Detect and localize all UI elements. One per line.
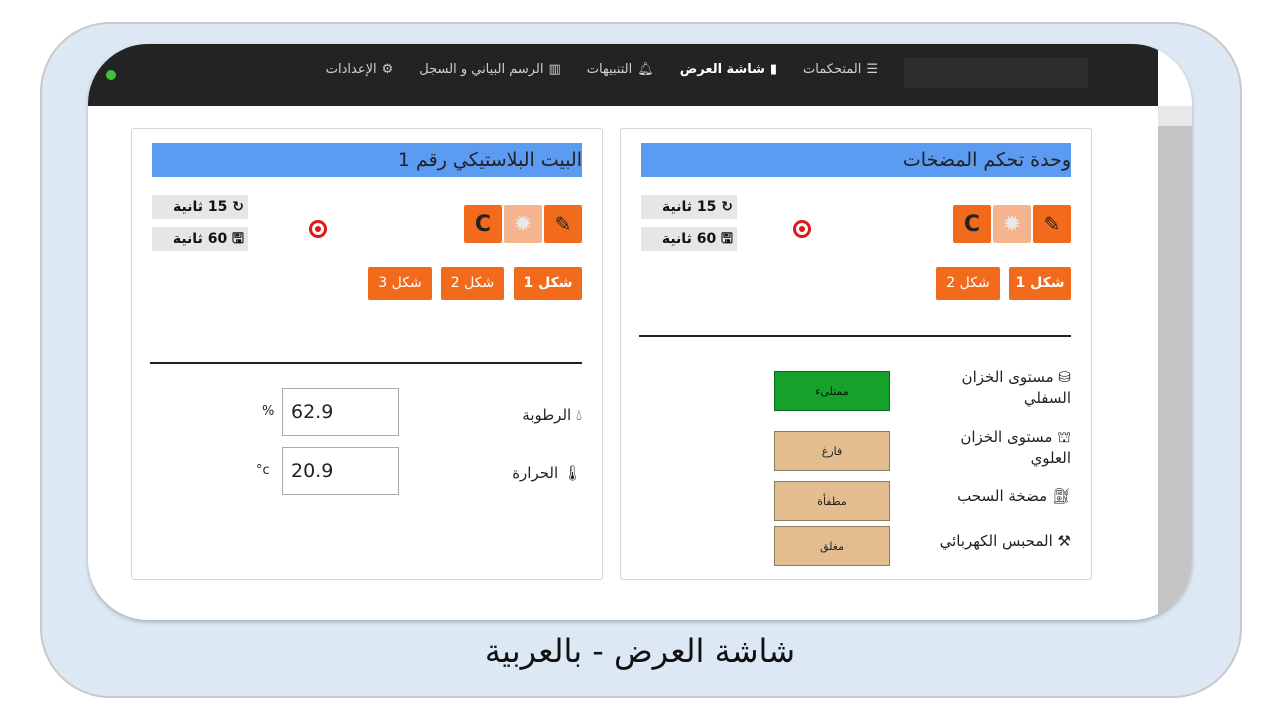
panel-title: البيت البلاستيكي رقم 1 <box>152 143 582 177</box>
status-dot <box>106 70 116 80</box>
lower-tank-label: ⛁ مستوى الخزان السفلي <box>961 368 1071 407</box>
temperature-label: 🌡︎ الحرارة <box>512 464 582 482</box>
scrollbar[interactable] <box>1158 126 1192 620</box>
settings-button[interactable]: ✹ <box>504 205 542 243</box>
shape-2-button[interactable]: شكل 2 <box>936 267 1000 300</box>
upper-tank-status[interactable]: فارغ <box>774 431 890 471</box>
panel-title: وحدة تحكم المضخات <box>641 143 1071 177</box>
humidity-icon: 💧︎ <box>575 406 582 424</box>
settings-button[interactable]: ✹ <box>993 205 1031 243</box>
pencil-icon: ✎ <box>554 212 572 236</box>
lower-tank-status[interactable]: ممتلىء <box>774 371 890 411</box>
shape-1-button[interactable]: شكل 1 <box>1009 267 1071 300</box>
gear-icon: ✹ <box>513 211 533 237</box>
temperature-unit: c° <box>256 463 270 478</box>
water-tower-icon: ⛫ <box>1057 428 1071 446</box>
refresh-button[interactable]: C <box>953 205 991 243</box>
humidity-value[interactable]: 62.9 <box>282 388 399 436</box>
electric-valve-status[interactable]: مغلق <box>774 526 890 566</box>
app-window: ☰ المتحكمات ▮ شاشة العرض 🔔︎ التنبيهات ▥ … <box>88 44 1192 620</box>
pencil-icon: ✎ <box>1043 212 1061 236</box>
upper-tank-label: ⛫ مستوى الخزان العلوي <box>960 428 1071 467</box>
nav-item-charts[interactable]: ▥ الرسم البياني و السجل <box>419 62 561 77</box>
refresh-icon: C <box>963 211 981 237</box>
tank-icon: ⛁ <box>1058 368 1071 386</box>
refresh-icon: ↻ <box>716 199 733 215</box>
save-timer: 🖫︎ 60 ثانية <box>152 227 248 251</box>
pump-icon: ⛽︎ <box>1051 487 1071 505</box>
bell-icon: 🔔︎ <box>637 62 654 77</box>
humidity-unit: % <box>262 404 275 419</box>
save-timer: 🖫︎ 60 ثانية <box>641 227 737 251</box>
top-navbar: ☰ المتحكمات ▮ شاشة العرض 🔔︎ التنبيهات ▥ … <box>88 44 1158 106</box>
nav-menu: ☰ المتحكمات ▮ شاشة العرض 🔔︎ التنبيهات ▥ … <box>326 62 878 77</box>
shape-2-button[interactable]: شكل 2 <box>441 267 504 300</box>
refresh-icon: C <box>474 211 492 237</box>
panel-greenhouse: البيت البلاستيكي رقم 1 ↻ 15 ثانية 🖫︎ 60 … <box>131 128 603 580</box>
shape-1-button[interactable]: شكل 1 <box>514 267 582 300</box>
chip-icon: ▮ <box>769 62 778 77</box>
edit-button[interactable]: ✎ <box>1033 205 1071 243</box>
save-icon: 🖫︎ <box>716 231 733 247</box>
divider <box>639 335 1071 337</box>
divider <box>150 362 582 364</box>
nav-search-box[interactable] <box>904 58 1088 88</box>
save-icon: 🖫︎ <box>227 231 244 247</box>
edit-button[interactable]: ✎ <box>544 205 582 243</box>
nav-item-settings[interactable]: ⚙ الإعدادات <box>326 62 394 77</box>
refresh-timer: ↻ 15 ثانية <box>641 195 737 219</box>
panel-pump-controller: وحدة تحكم المضخات ↻ 15 ثانية 🖫︎ 60 ثانية… <box>620 128 1092 580</box>
shape-3-button[interactable]: شكل 3 <box>368 267 432 300</box>
caption: شاشة العرض - بالعربية <box>484 632 796 670</box>
nav-item-alerts[interactable]: 🔔︎ التنبيهات <box>587 62 654 77</box>
refresh-button[interactable]: C <box>464 205 502 243</box>
list-icon: ☰ <box>866 62 878 77</box>
thermometer-icon: 🌡︎ <box>562 464 582 482</box>
nav-item-label: شاشة العرض <box>679 62 765 77</box>
suction-pump-status[interactable]: مطفأة <box>774 481 890 521</box>
temperature-value[interactable]: 20.9 <box>282 447 399 495</box>
suction-pump-label: ⛽︎ مضخة السحب <box>957 487 1071 505</box>
gears-icon: ⚙ <box>381 62 394 77</box>
nav-item-label: المتحكمات <box>803 62 862 77</box>
electric-valve-label: ⚒ المحبس الكهربائي <box>939 532 1071 550</box>
scrollbar-top <box>1158 106 1192 126</box>
gear-icon: ✹ <box>1002 211 1022 237</box>
valve-icon: ⚒ <box>1057 532 1071 550</box>
refresh-timer: ↻ 15 ثانية <box>152 195 248 219</box>
nav-item-label: الرسم البياني و السجل <box>419 62 544 77</box>
nav-item-controllers[interactable]: ☰ المتحكمات <box>803 62 878 77</box>
nav-item-label: التنبيهات <box>586 62 633 77</box>
humidity-label: 💧︎ الرطوبة <box>522 406 582 424</box>
nav-item-display[interactable]: ▮ شاشة العرض <box>680 62 777 77</box>
target-icon[interactable] <box>309 220 327 238</box>
refresh-icon: ↻ <box>227 199 244 215</box>
bar-chart-icon: ▥ <box>548 62 561 77</box>
nav-item-label: الإعدادات <box>325 62 377 77</box>
target-icon[interactable] <box>793 220 811 238</box>
